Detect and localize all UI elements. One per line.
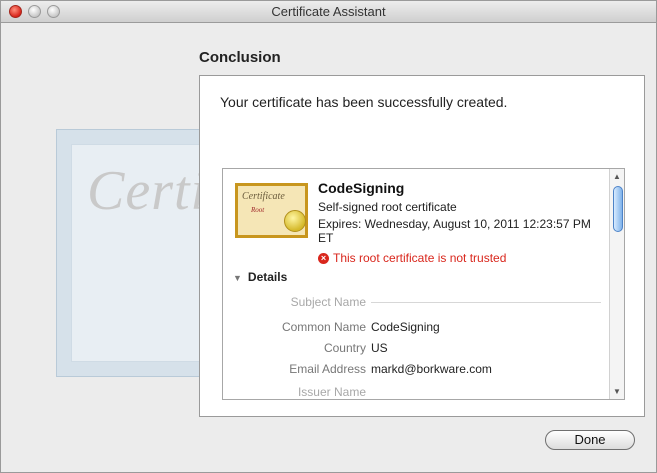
trust-warning-text: This root certificate is not trusted: [333, 251, 507, 265]
email-address-label: Email Address: [289, 362, 366, 376]
scrollbar-thumb[interactable]: [613, 186, 623, 232]
certificate-type: Self-signed root certificate: [318, 200, 457, 214]
done-button[interactable]: Done: [545, 430, 635, 450]
details-disclosure[interactable]: ▼ Details: [233, 270, 287, 284]
certificate-icon: Certificate Root: [235, 183, 308, 238]
certificate-seal-icon: [284, 210, 306, 232]
email-address-value: markd@borkware.com: [371, 362, 492, 376]
page-heading: Conclusion: [199, 49, 281, 66]
issuer-name-section: Issuer Name: [297, 385, 366, 399]
certificate-icon-subtitle: Root: [251, 206, 265, 214]
subject-name-section: Subject Name: [290, 295, 366, 309]
certificate-summary: Certificate Root CodeSigning Self-signed…: [222, 168, 625, 400]
certificate-expiration: Expires: Wednesday, August 10, 2011 12:2…: [318, 217, 591, 245]
certificate-name: CodeSigning: [318, 180, 405, 196]
country-value: US: [371, 341, 388, 355]
common-name-label: Common Name: [281, 320, 366, 334]
details-scrollbar[interactable]: ▲ ▼: [609, 169, 624, 399]
disclosure-triangle-icon[interactable]: ▼: [233, 273, 242, 283]
certificate-assistant-window: Certificate Assistant Certif Conclusion …: [0, 0, 657, 473]
title-bar[interactable]: Certificate Assistant: [1, 1, 656, 23]
conclusion-panel: Your certificate has been successfully c…: [199, 75, 645, 417]
certificate-icon-title: Certificate: [242, 191, 285, 202]
country-label: Country: [323, 341, 366, 355]
scroll-up-icon[interactable]: ▲: [613, 172, 621, 181]
section-divider: [371, 302, 601, 303]
success-message: Your certificate has been successfully c…: [220, 94, 508, 110]
scroll-down-icon[interactable]: ▼: [613, 387, 621, 396]
window-title: Certificate Assistant: [271, 4, 386, 19]
error-icon: ×: [318, 253, 329, 265]
details-label: Details: [247, 270, 288, 284]
common-name-value: CodeSigning: [371, 320, 440, 334]
trust-warning: × This root certificate is not trusted: [318, 251, 506, 265]
